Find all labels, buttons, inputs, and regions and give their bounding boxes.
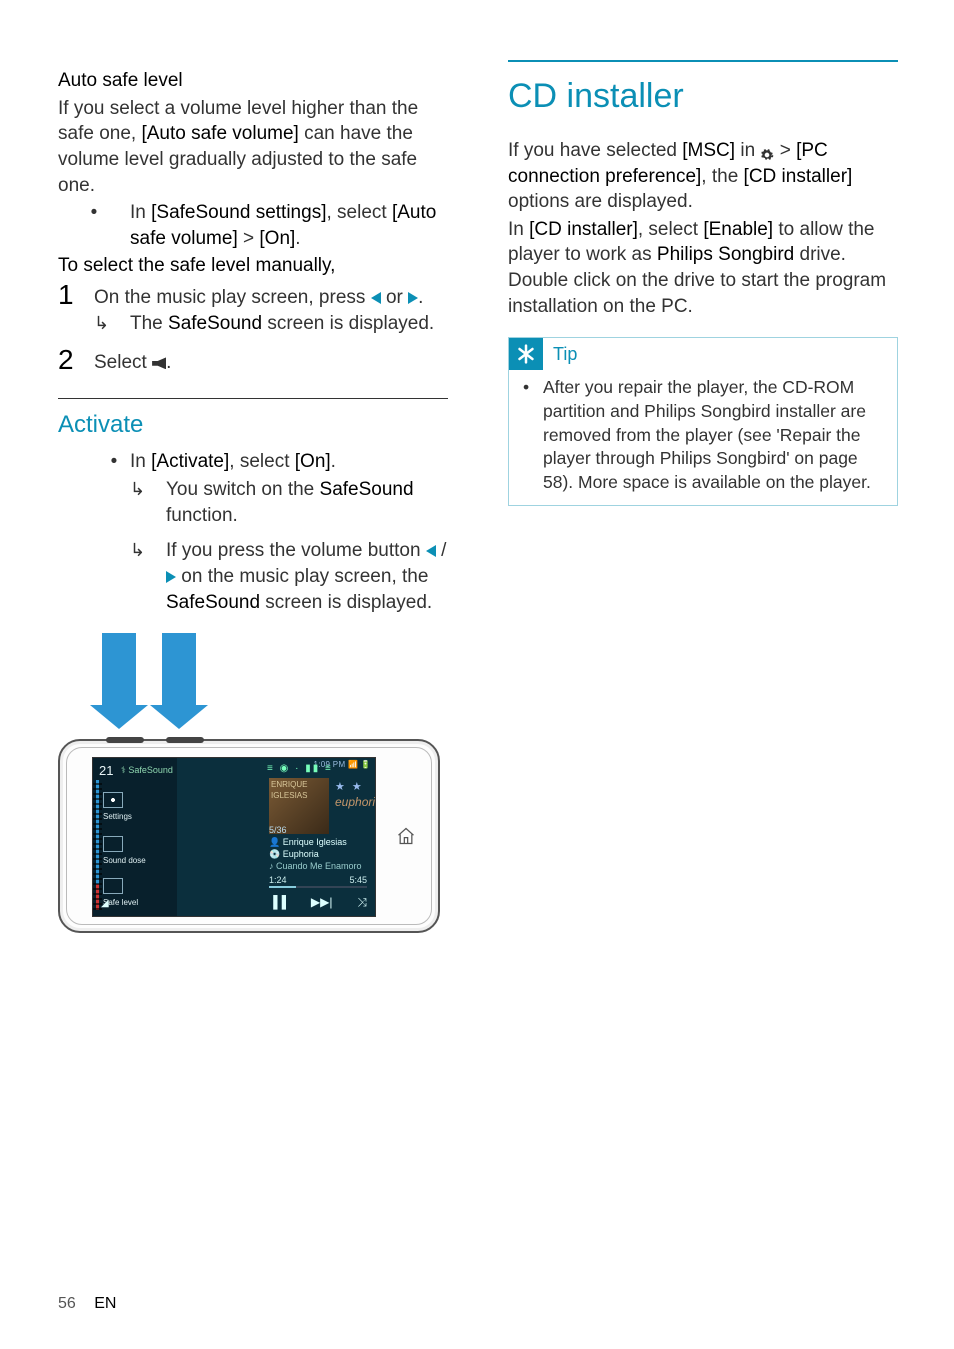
arrow-down-icon: [102, 633, 136, 707]
heading-auto-safe-level: Auto safe level: [58, 68, 448, 94]
triangle-right-icon: [166, 571, 176, 583]
arrow-down-icon: [162, 633, 196, 707]
activate-result-1: ↳ You switch on the SafeSound function.: [58, 477, 448, 528]
cd-paragraph-1: If you have selected [MSC] in > [PC conn…: [508, 138, 898, 215]
speaker-icon: [152, 357, 166, 369]
volume-level: 21: [99, 762, 113, 780]
menu-settings: Settings: [103, 792, 132, 823]
auto-safe-paragraph: If you select a volume level higher than…: [58, 96, 448, 199]
next-track: ♪ Cuando Me Enamoro: [269, 860, 362, 872]
device-screen: 21 ⚕ SafeSound Settings Sound dose Safe …: [92, 757, 376, 917]
device-illustration: 21 ⚕ SafeSound Settings Sound dose Safe …: [58, 633, 438, 933]
page-footer: 56 EN: [58, 1293, 116, 1315]
activate-result-2: ↳ If you press the volume button / on th…: [58, 538, 448, 615]
triangle-left-icon: [426, 545, 436, 557]
triangle-right-icon: [408, 292, 418, 304]
triangle-left-icon: [371, 292, 381, 304]
tip-text: After you repair the player, the CD-ROM …: [543, 376, 883, 494]
step-2: 2 Select .: [58, 346, 448, 376]
page-number: 56: [58, 1295, 76, 1312]
gear-icon: [760, 144, 774, 158]
language-code: EN: [94, 1295, 116, 1312]
heading-cd-installer: CD installer: [508, 74, 898, 120]
tip-box: Tip • After you repair the player, the C…: [508, 337, 898, 505]
time-total: 5:45: [349, 874, 367, 886]
speaker-small-icon: ◢: [101, 897, 109, 911]
album-name: euphoria: [335, 794, 376, 810]
section-rule: [508, 60, 898, 62]
volume-up-button: [166, 737, 204, 743]
next-icon: ▶▶|: [311, 894, 333, 910]
playback-controls: ▐▐ ▶▶| ⤨: [269, 894, 367, 910]
menu-sound-dose: Sound dose: [103, 836, 146, 867]
heading-manual: To select the safe level manually,: [58, 253, 448, 279]
home-button-icon: [396, 826, 416, 846]
auto-safe-bullet: • In [SafeSound settings], select [Auto …: [58, 200, 448, 251]
step-1-result: ↳ The SafeSound screen is displayed.: [58, 311, 448, 337]
shuffle-icon: ⤨: [357, 894, 367, 910]
activate-bullet: • In [Activate], select [On].: [58, 449, 448, 475]
time-elapsed: 1:24: [269, 874, 287, 886]
pause-icon: ▐▐: [269, 894, 286, 910]
track-name: 💿 Euphoria: [269, 848, 319, 860]
tip-label: Tip: [553, 342, 577, 366]
volume-meter: [96, 780, 99, 910]
progress-bar: [269, 886, 367, 888]
tip-icon: [509, 338, 543, 370]
cd-paragraph-2: In [CD installer], select [Enable] to al…: [508, 217, 898, 320]
step-1: 1 On the music play screen, press or .: [58, 281, 448, 311]
screen-tabs: ≡ ◉ · ▮▮ ≡: [267, 762, 333, 776]
volume-down-button: [106, 737, 144, 743]
artist-name: 👤 Enrique Iglesias: [269, 836, 347, 848]
heading-activate: Activate: [58, 409, 448, 441]
section-divider: [58, 398, 448, 399]
track-count: 5/36: [269, 824, 287, 836]
right-column: CD installer If you have selected [MSC] …: [508, 60, 898, 933]
left-column: Auto safe level If you select a volume l…: [58, 60, 448, 933]
rating-stars: ★ ★: [335, 780, 364, 795]
safesound-label: ⚕ SafeSound: [121, 764, 173, 776]
